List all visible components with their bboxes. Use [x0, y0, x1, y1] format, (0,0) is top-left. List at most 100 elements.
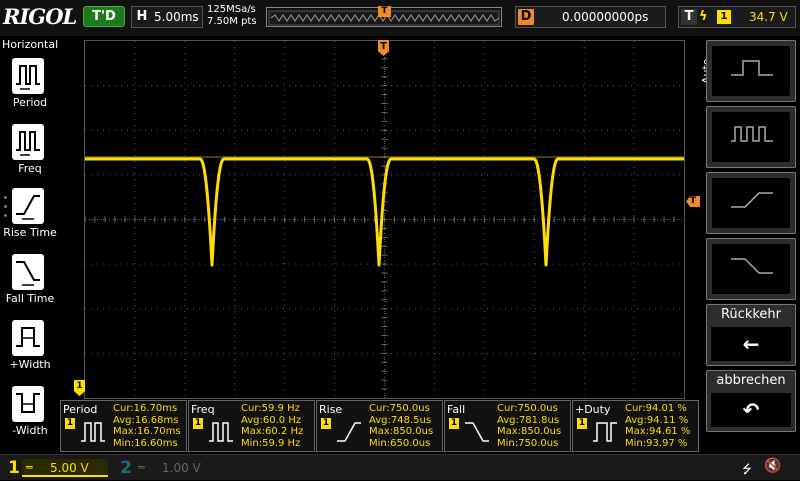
back-arrow-icon: ←	[711, 327, 791, 361]
trigger-settings-display[interactable]: T ϟ 1 34.7 V	[678, 6, 796, 28]
measurement-channel-badge: 1	[193, 418, 203, 429]
measurement-values: Cur:750.0us Avg:748.5us Max:850.0us Min:…	[369, 403, 433, 449]
measurement-avg: Avg:60.0 Hz	[241, 414, 302, 426]
delay-value: 0.00000000ps	[562, 10, 649, 24]
sidebar-item-pos-width[interactable]: +Width	[0, 318, 60, 382]
duty-cycle-icon	[593, 422, 617, 442]
measure-sidebar: Horizontal Period Freq Rise Time Fall Ti…	[0, 36, 60, 454]
run-status-badge[interactable]: T'D	[83, 6, 125, 27]
measurement-period[interactable]: Period 1 Cur:16.70ms Avg:16.68ms Max:16.…	[60, 400, 187, 452]
measurement-avg: Avg:748.5us	[369, 414, 432, 426]
ch1-vertical-scale: 5.00 V	[50, 461, 89, 475]
rising-edge-icon: ϟ	[699, 9, 708, 24]
measurement-cur: Cur:94.01 %	[625, 403, 687, 414]
timebase-tag: H	[136, 9, 148, 24]
trigger-tag: T	[681, 9, 697, 25]
measurement-cur: Cur:16.70ms	[113, 403, 178, 414]
sidebar-item-freq[interactable]: Freq	[0, 122, 60, 186]
rise-time-icon	[12, 188, 44, 224]
measurement-channel-badge: 1	[65, 418, 75, 429]
softkey-pulse-train[interactable]	[706, 106, 796, 168]
trigger-delay-display[interactable]: D 0.00000000ps	[515, 6, 666, 28]
measurement-channel-badge: 1	[449, 418, 459, 429]
measurement-min: Min:750.0us	[497, 437, 559, 449]
softkey-rising-edge[interactable]	[706, 172, 796, 234]
memory-depth: 7.50M pts	[207, 16, 257, 27]
measurement-values: Cur:750.0us Avg:781.8us Max:850.0us Min:…	[497, 403, 561, 449]
cancel-button-label: abbrechen	[716, 373, 786, 388]
measurement-max: Max:850.0us	[369, 426, 434, 437]
softkey-menu: Auto Rückkehr ← abbrechen ↶	[700, 36, 800, 454]
period-icon	[81, 422, 105, 442]
ch2-vertical-scale: 1.00 V	[162, 461, 201, 475]
neg-width-icon	[12, 386, 44, 422]
sidebar-item-label: +Width	[9, 358, 51, 371]
fall-time-icon	[465, 422, 489, 442]
measurement-cur: Cur:59.9 Hz	[241, 403, 300, 414]
trigger-level-value: 34.7 V	[749, 10, 788, 24]
measurement-max: Max:16.70ms	[113, 426, 181, 437]
timebase-value: 5.00ms	[154, 10, 199, 24]
sidebar-item-label: Rise Time	[3, 226, 57, 239]
measurement-channel-badge: 1	[577, 418, 587, 429]
top-status-bar: RIGOL T'D H 5.00ms 125MSa/s 7.50M pts T …	[0, 0, 800, 36]
measurement-fall[interactable]: Fall 1 Cur:750.0us Avg:781.8us Max:850.0…	[444, 400, 571, 452]
measurement-freq[interactable]: Freq 1 Cur:59.9 Hz Avg:60.0 Hz Max:60.2 …	[188, 400, 315, 452]
measurement-cur: Cur:750.0us	[369, 403, 430, 414]
sidebar-item-fall-time[interactable]: Fall Time	[0, 252, 60, 316]
measurement-avg: Avg:16.68ms	[113, 414, 179, 426]
ch1-number[interactable]: 1	[4, 457, 24, 479]
brand-logo: RIGOL	[3, 4, 77, 29]
softkey-falling-edge[interactable]	[706, 238, 796, 300]
channel-status-bar: 1 ═ 5.00 V 2 ═ 1.00 V ⭍ 🔇	[0, 454, 800, 480]
cancel-button[interactable]: abbrechen ↶	[706, 370, 796, 432]
sidebar-item-label: Fall Time	[5, 292, 55, 305]
fall-time-icon	[12, 254, 44, 290]
waveform-display[interactable]	[84, 40, 685, 399]
measurement-min: Min:59.9 Hz	[241, 437, 301, 449]
measurement-avg: Avg:94.11 %	[625, 414, 689, 426]
trigger-level-marker[interactable]: T	[686, 196, 700, 207]
trigger-source-badge: 1	[717, 10, 731, 24]
measurement-rise[interactable]: Rise 1 Cur:750.0us Avg:748.5us Max:850.0…	[316, 400, 443, 452]
sidebar-item-label: Freq	[18, 162, 42, 175]
freq-icon	[12, 124, 44, 160]
measurement-max: Max:850.0us	[497, 426, 562, 437]
measurement-channel-badge: 1	[321, 418, 331, 429]
undo-icon: ↶	[711, 393, 791, 427]
sidebar-item-period[interactable]: Period	[0, 56, 60, 120]
rise-time-icon	[337, 422, 361, 442]
ch2-number[interactable]: 2	[116, 457, 136, 479]
delay-tag: D	[518, 9, 534, 25]
measurement-values: Cur:59.9 Hz Avg:60.0 Hz Max:60.2 Hz Min:…	[241, 403, 303, 449]
sidebar-item-label: -Width	[12, 424, 48, 437]
single-pulse-icon	[731, 60, 773, 76]
pos-width-icon	[12, 320, 44, 356]
falling-edge-icon	[731, 258, 773, 274]
measurement-pos-duty[interactable]: +Duty 1 Cur:94.01 % Avg:94.11 % Max:94.6…	[572, 400, 699, 452]
period-icon	[12, 58, 44, 94]
measurement-min: Min:650.0us	[369, 437, 431, 449]
measurement-values: Cur:16.70ms Avg:16.68ms Max:16.70ms Min:…	[113, 403, 181, 449]
back-button[interactable]: Rückkehr ←	[706, 304, 796, 366]
freq-icon	[209, 422, 233, 442]
sidebar-item-neg-width[interactable]: -Width	[0, 384, 60, 448]
rising-edge-icon	[731, 192, 773, 208]
ch1-settings[interactable]: ═ 5.00 V	[22, 459, 108, 477]
speaker-muted-icon[interactable]: 🔇	[764, 458, 781, 474]
back-button-label: Rückkehr	[720, 307, 781, 322]
dc-coupling-icon: ═	[138, 461, 145, 474]
acquisition-info: 125MSa/s 7.50M pts	[207, 4, 257, 28]
measurement-values: Cur:94.01 % Avg:94.11 % Max:94.61 % Min:…	[625, 403, 690, 449]
timebase-display[interactable]: H 5.00ms	[131, 6, 203, 28]
sidebar-item-rise-time[interactable]: Rise Time	[0, 186, 60, 250]
softkey-single-pulse[interactable]	[706, 40, 796, 102]
usb-icon: ⭍	[742, 462, 752, 476]
measurement-avg: Avg:781.8us	[497, 414, 560, 426]
sample-rate: 125MSa/s	[207, 4, 256, 15]
pulse-train-icon	[731, 126, 773, 142]
sidebar-item-label: Period	[12, 96, 48, 109]
measurement-min: Min:16.60ms	[113, 437, 178, 449]
ch2-settings[interactable]: ═ 1.00 V	[134, 459, 220, 477]
measurement-max: Max:94.61 %	[625, 426, 691, 437]
